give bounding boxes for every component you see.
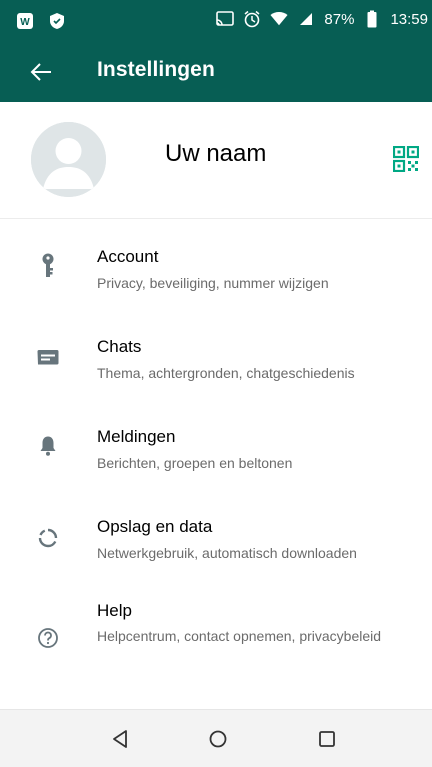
settings-item-subtitle: Helpcentrum, contact opnemen, privacybel… <box>97 628 382 644</box>
status-bar: W 87% 13:59 <box>0 0 432 42</box>
clock-time: 13:59 <box>390 10 428 28</box>
settings-item-account[interactable]: Account Privacy, beveiliging, nummer wij… <box>0 240 432 328</box>
svg-text:W: W <box>20 17 30 28</box>
page-title: Instellingen <box>97 58 215 81</box>
settings-item-chats[interactable]: Chats Thema, achtergronden, chatgeschied… <box>0 330 432 418</box>
avatar[interactable] <box>31 122 106 197</box>
settings-item-notifications[interactable]: Meldingen Berichten, groepen en beltonen <box>0 420 432 508</box>
circle-home-icon <box>209 730 227 748</box>
app-bar: Instellingen <box>0 42 432 102</box>
settings-item-label: Meldingen <box>97 427 176 446</box>
settings-item-storage[interactable]: Opslag en data Netwerkgebruik, automatis… <box>0 510 432 598</box>
triangle-back-icon <box>113 730 127 748</box>
arrow-left-icon <box>30 63 51 81</box>
settings-item-label: Help <box>97 601 132 620</box>
settings-item-label: Opslag en data <box>97 517 213 536</box>
settings-item-subtitle: Thema, achtergronden, chatgeschiedenis <box>97 365 355 381</box>
battery-percentage: 87% <box>324 10 355 28</box>
profile-section[interactable]: Uw naam <box>0 102 432 218</box>
key-icon <box>36 253 60 278</box>
bell-icon <box>36 434 60 458</box>
profile-name: Uw naam <box>165 140 267 167</box>
square-recents-icon <box>319 731 335 747</box>
navigation-bar <box>0 709 432 767</box>
qr-code-icon <box>392 145 420 173</box>
settings-item-subtitle: Berichten, groepen en beltonen <box>97 455 293 471</box>
profile-divider <box>0 218 432 219</box>
wifi-icon <box>270 10 288 28</box>
settings-item-label: Chats <box>97 337 142 356</box>
default-avatar-icon <box>31 122 106 197</box>
storage-icon <box>36 526 60 550</box>
nav-recents-button[interactable] <box>312 724 342 754</box>
settings-screen: W 87% 13:59 Instellingen Uw naam Account… <box>0 0 432 767</box>
app-notification-icon: W <box>16 12 34 30</box>
alarm-icon <box>243 10 261 28</box>
battery-icon <box>363 10 381 28</box>
settings-item-label: Account <box>97 247 159 266</box>
nav-back-button[interactable] <box>105 724 135 754</box>
qr-code-button[interactable] <box>392 145 420 173</box>
shield-icon <box>48 12 66 30</box>
chat-icon <box>36 346 60 370</box>
nav-home-button[interactable] <box>203 724 233 754</box>
back-button[interactable] <box>24 55 58 89</box>
settings-item-subtitle: Netwerkgebruik, automatisch downloaden <box>97 545 357 561</box>
settings-item-subtitle: Privacy, beveiliging, nummer wijzigen <box>97 275 329 291</box>
cast-icon <box>216 10 235 28</box>
help-icon <box>36 626 60 650</box>
settings-item-help[interactable]: Help Helpcentrum, contact opnemen, priva… <box>0 600 432 688</box>
signal-icon <box>297 10 315 28</box>
